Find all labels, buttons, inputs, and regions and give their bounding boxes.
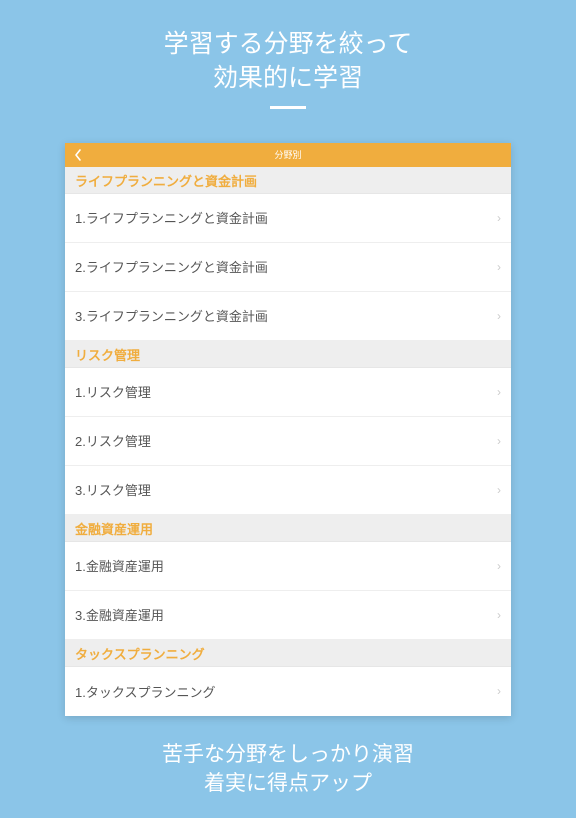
- hero-divider: [270, 106, 306, 109]
- list-item-label: 1.タックスプランニング: [75, 682, 491, 701]
- list-item-label: 3.リスク管理: [75, 480, 491, 499]
- section-header: リスク管理: [65, 341, 511, 368]
- hero-line2: 効果的に学習: [164, 62, 413, 96]
- chevron-right-icon: ›: [497, 309, 501, 323]
- section-header: タックスプランニング: [65, 640, 511, 667]
- list-item[interactable]: 3.リスク管理 ›: [65, 466, 511, 515]
- chevron-right-icon: ›: [497, 684, 501, 698]
- hero-line1: 学習する分野を絞って: [164, 28, 413, 62]
- chevron-right-icon: ›: [497, 559, 501, 573]
- list-item-label: 3.ライフプランニングと資金計画: [75, 306, 491, 325]
- list-item-label: 1.リスク管理: [75, 382, 491, 401]
- chevron-right-icon: ›: [497, 483, 501, 497]
- hero-top: 学習する分野を絞って 効果的に学習: [164, 0, 413, 123]
- chevron-right-icon: ›: [497, 211, 501, 225]
- list-item-label: 3.金融資産運用: [75, 605, 491, 624]
- nav-bar: 分野別: [65, 143, 511, 167]
- chevron-right-icon: ›: [497, 385, 501, 399]
- list-item-label: 1.金融資産運用: [75, 556, 491, 575]
- hero-bottom-line1: 苦手な分野をしっかり演習: [162, 740, 414, 769]
- list-item-label: 1.ライフプランニングと資金計画: [75, 208, 491, 227]
- list-item[interactable]: 1.金融資産運用 ›: [65, 542, 511, 591]
- list-item[interactable]: 1.ライフプランニングと資金計画 ›: [65, 194, 511, 243]
- hero-bottom-line2: 着実に得点アップ: [162, 769, 414, 798]
- back-button[interactable]: [73, 149, 83, 161]
- chevron-right-icon: ›: [497, 260, 501, 274]
- list-item-label: 2.リスク管理: [75, 431, 491, 450]
- chevron-right-icon: ›: [497, 434, 501, 448]
- list-item[interactable]: 1.タックスプランニング ›: [65, 667, 511, 716]
- category-list: ライフプランニングと資金計画 1.ライフプランニングと資金計画 › 2.ライフプ…: [65, 167, 511, 716]
- list-item[interactable]: 1.リスク管理 ›: [65, 368, 511, 417]
- hero-bottom: 苦手な分野をしっかり演習 着実に得点アップ: [162, 716, 414, 818]
- phone-frame: 分野別 ライフプランニングと資金計画 1.ライフプランニングと資金計画 › 2.…: [65, 143, 511, 716]
- chevron-right-icon: ›: [497, 608, 501, 622]
- list-item-label: 2.ライフプランニングと資金計画: [75, 257, 491, 276]
- section-header: 金融資産運用: [65, 515, 511, 542]
- nav-title: 分野別: [274, 148, 301, 161]
- list-item[interactable]: 3.ライフプランニングと資金計画 ›: [65, 292, 511, 341]
- list-item[interactable]: 2.リスク管理 ›: [65, 417, 511, 466]
- section-header: ライフプランニングと資金計画: [65, 167, 511, 194]
- list-item[interactable]: 3.金融資産運用 ›: [65, 591, 511, 640]
- chevron-left-icon: [74, 149, 82, 161]
- list-item[interactable]: 2.ライフプランニングと資金計画 ›: [65, 243, 511, 292]
